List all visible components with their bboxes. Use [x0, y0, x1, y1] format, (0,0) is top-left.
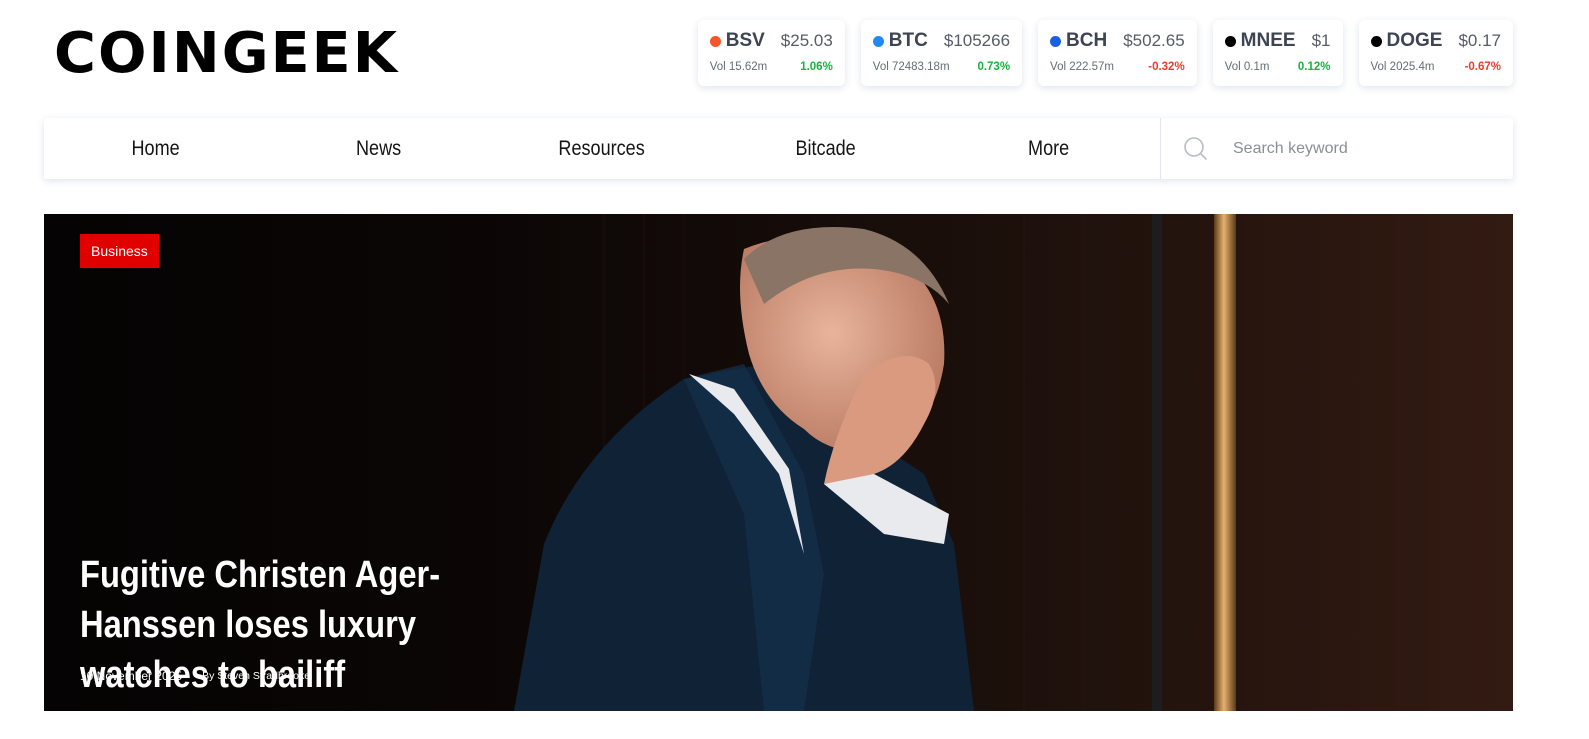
coin-dot-icon	[872, 35, 884, 47]
ticker-price: $502.65	[1123, 31, 1185, 50]
category-badge[interactable]: Business	[80, 234, 159, 268]
nav-item-more[interactable]: More	[952, 118, 1144, 179]
ticker-change: 0.73%	[977, 61, 1011, 73]
ticker-symbol: DOGE	[1386, 30, 1443, 51]
ticker-bsv[interactable]: BSV $25.03 Vol 15.62m 1.06%	[697, 20, 845, 86]
featured-article[interactable]: Business Fugitive Christen Ager-Hanssen …	[44, 214, 1513, 711]
nav-item-bitcade[interactable]: Bitcade	[729, 118, 921, 179]
ticker-price: $0.17	[1458, 31, 1501, 50]
search-box	[1160, 118, 1513, 179]
ticker-volume: Vol 0.1m	[1224, 61, 1270, 73]
nav-item-home[interactable]: Home	[60, 118, 252, 179]
article-meta: 10 November 2025 By Steven Stradbrooke	[80, 669, 310, 683]
ticker-volume: Vol 2025.4m	[1370, 61, 1435, 73]
ticker-bch[interactable]: BCH $502.65 Vol 222.57m -0.32%	[1038, 20, 1197, 86]
article-author[interactable]: By Steven Stradbrooke	[202, 670, 310, 682]
article-date: 10 November 2025	[80, 669, 183, 683]
ticker-volume: Vol 222.57m	[1050, 61, 1114, 73]
price-ticker-bar: BSV $25.03 Vol 15.62m 1.06% BTC $105266 …	[697, 20, 1513, 86]
ticker-symbol: BCH	[1066, 30, 1108, 51]
ticker-mnee[interactable]: MNEE $1 Vol 0.1m 0.12%	[1212, 20, 1343, 86]
coin-dot-icon	[1370, 35, 1382, 47]
nav-menu: Home News Resources Bitcade More	[44, 118, 1160, 179]
ticker-price: $25.03	[780, 31, 833, 50]
ticker-price: $1	[1311, 31, 1331, 50]
coin-dot-icon	[1050, 35, 1062, 47]
ticker-symbol: BSV	[725, 30, 765, 51]
ticker-volume: Vol 72483.18m	[872, 61, 950, 73]
coin-dot-icon	[709, 35, 721, 47]
search-icon[interactable]	[1183, 136, 1209, 162]
ticker-change: 0.12%	[1297, 61, 1331, 73]
coin-dot-icon	[1224, 35, 1236, 47]
ticker-symbol: BTC	[888, 30, 928, 51]
ticker-change: -0.67%	[1464, 61, 1501, 73]
ticker-symbol: MNEE	[1240, 30, 1296, 51]
coingeek-logo[interactable]: COINGEEK	[54, 24, 399, 84]
ticker-change: -0.32%	[1148, 61, 1185, 73]
nav-item-resources[interactable]: Resources	[506, 118, 698, 179]
search-input[interactable]	[1233, 139, 1513, 158]
ticker-doge[interactable]: DOGE $0.17 Vol 2025.4m -0.67%	[1358, 20, 1513, 86]
ticker-btc[interactable]: BTC $105266 Vol 72483.18m 0.73%	[860, 20, 1023, 86]
nav-item-news[interactable]: News	[283, 118, 475, 179]
ticker-volume: Vol 15.62m	[709, 61, 768, 73]
ticker-change: 1.06%	[800, 61, 833, 73]
main-navigation: Home News Resources Bitcade More	[44, 118, 1513, 179]
ticker-price: $105266	[943, 31, 1011, 50]
